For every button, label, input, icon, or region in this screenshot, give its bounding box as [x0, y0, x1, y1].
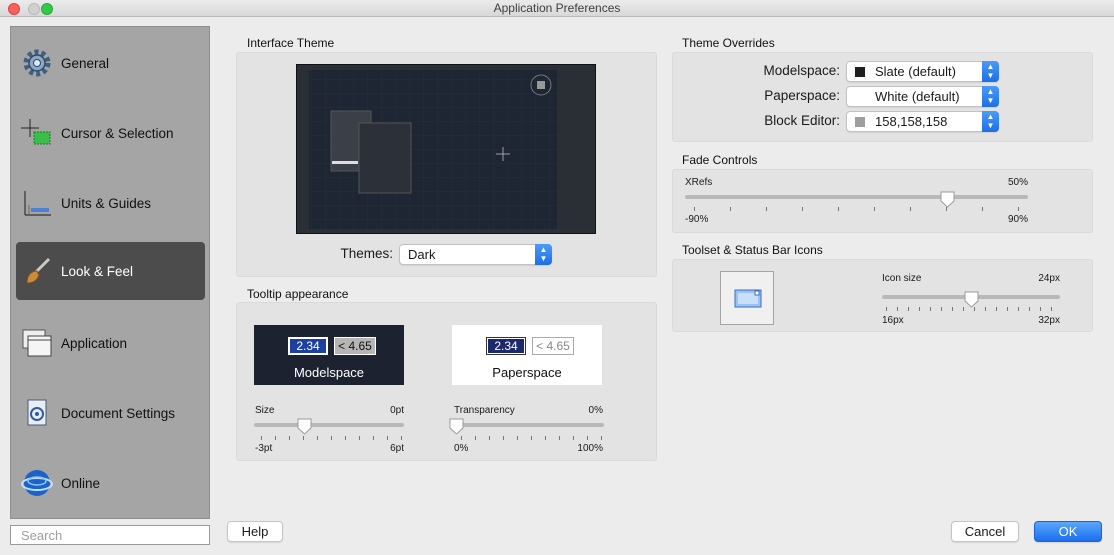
- transparency-min-label: 0%: [454, 443, 469, 454]
- sidebar-item-general[interactable]: General: [11, 34, 211, 92]
- sidebar-item-label: Look & Feel: [61, 263, 134, 279]
- window-icon: [734, 289, 762, 308]
- themes-label: Themes:: [340, 246, 393, 261]
- sidebar-item-label: Units & Guides: [61, 195, 152, 211]
- block-editor-color-value: 158,158,158: [875, 114, 948, 129]
- ok-button[interactable]: OK: [1034, 521, 1102, 542]
- search-input[interactable]: [10, 525, 210, 545]
- size-slider-ticks: [254, 436, 404, 441]
- paperspace-label: Paperspace: [492, 365, 562, 380]
- color-swatch: [855, 117, 865, 127]
- xrefs-slider-ticks: [685, 207, 1028, 212]
- icon-size-min-label: 16px: [882, 315, 904, 326]
- sidebar-item-label: Application: [61, 335, 128, 351]
- transparency-value: 0%: [588, 405, 603, 416]
- ruler-icon: [21, 187, 53, 219]
- sidebar-item-label: Cursor & Selection: [61, 125, 174, 141]
- window-title: Application Preferences: [493, 1, 621, 15]
- paperspace-color-select[interactable]: White (default) ▲ ▼: [846, 86, 999, 107]
- chevron-updown-icon: ▲ ▼: [982, 111, 999, 132]
- block-editor-color-select[interactable]: 158,158,158 ▲ ▼: [846, 111, 999, 132]
- themes-select-value: Dark: [408, 247, 436, 262]
- size-value: 0pt: [390, 405, 404, 416]
- tooltip-value-2: < 4.65: [532, 337, 574, 355]
- paperspace-color-value: White (default): [875, 89, 960, 104]
- size-max-label: 6pt: [390, 443, 404, 454]
- transparency-label: Transparency: [454, 405, 515, 416]
- fade-controls-panel: [672, 169, 1093, 233]
- size-slider-track[interactable]: [254, 423, 404, 427]
- sidebar: General Cursor & Selection Units & Guide…: [10, 26, 210, 519]
- gear-icon: [21, 47, 53, 79]
- icon-size-preview: [720, 271, 774, 325]
- cancel-button[interactable]: Cancel: [951, 521, 1019, 542]
- xrefs-label: XRefs: [685, 177, 713, 188]
- paperspace-tooltip-preview[interactable]: 2.34 < 4.65 Paperspace: [452, 325, 602, 385]
- sidebar-item-application[interactable]: Application: [11, 314, 211, 372]
- modelspace-label: Modelspace: [293, 365, 365, 380]
- sidebar-item-label: Online: [61, 475, 101, 491]
- theme-overrides-title: Theme Overrides: [682, 36, 775, 50]
- color-swatch: [855, 92, 865, 102]
- color-swatch: [855, 67, 865, 77]
- chevron-updown-icon: ▲ ▼: [535, 244, 552, 265]
- document-icon: [21, 397, 53, 429]
- paperspace-override-label: Paperspace:: [764, 88, 840, 103]
- sidebar-item-label: General: [61, 55, 110, 71]
- size-slider-thumb[interactable]: [297, 418, 312, 435]
- block-editor-override-label: Block Editor:: [764, 113, 840, 128]
- icon-size-slider-thumb[interactable]: [964, 291, 979, 308]
- modelspace-override-label: Modelspace:: [763, 63, 840, 78]
- tooltip-title: Tooltip appearance: [247, 287, 349, 301]
- chevron-updown-icon: ▲ ▼: [982, 86, 999, 107]
- icon-size-value: 24px: [1038, 273, 1060, 284]
- zoom-window-button[interactable]: [41, 3, 53, 15]
- icon-size-label: Icon size: [882, 273, 922, 284]
- tooltip-value-1: 2.34: [290, 339, 326, 353]
- sidebar-item-document-settings[interactable]: Document Settings: [11, 384, 211, 442]
- sidebar-item-units-guides[interactable]: Units & Guides: [11, 174, 211, 232]
- xrefs-slider-thumb[interactable]: [940, 191, 955, 208]
- fade-controls-title: Fade Controls: [682, 153, 758, 167]
- size-label: Size: [255, 405, 275, 416]
- globe-icon: [21, 467, 53, 499]
- minimize-window-button[interactable]: [28, 3, 40, 15]
- tooltip-value-1: 2.34: [488, 339, 524, 353]
- chevron-updown-icon: ▲ ▼: [982, 61, 999, 82]
- sidebar-item-cursor-selection[interactable]: Cursor & Selection: [11, 104, 211, 162]
- title-bar: Application Preferences: [0, 0, 1114, 17]
- interface-theme-title: Interface Theme: [247, 36, 335, 50]
- transparency-slider-thumb[interactable]: [449, 418, 464, 435]
- windows-icon: [21, 327, 53, 359]
- size-min-label: -3pt: [255, 443, 273, 454]
- brush-icon: [21, 255, 53, 287]
- xrefs-value: 50%: [1007, 177, 1028, 188]
- modelspace-color-value: Slate (default): [875, 64, 956, 79]
- transparency-slider-ticks: [454, 436, 604, 441]
- xrefs-slider-track[interactable]: [685, 195, 1028, 199]
- help-button[interactable]: Help: [227, 521, 283, 542]
- transparency-max-label: 100%: [577, 443, 603, 454]
- crosshair-icon: [21, 117, 53, 149]
- xrefs-min-label: -90%: [685, 214, 709, 225]
- sidebar-item-look-feel[interactable]: Look & Feel: [16, 242, 205, 300]
- transparency-slider-track[interactable]: [454, 423, 604, 427]
- xrefs-max-label: 90%: [1007, 214, 1028, 225]
- modelspace-tooltip-preview[interactable]: 2.34 < 4.65 Modelspace: [254, 325, 404, 385]
- theme-preview-image: [296, 64, 596, 234]
- icon-size-max-label: 32px: [1038, 315, 1060, 326]
- sidebar-item-online[interactable]: Online: [11, 454, 211, 512]
- close-window-button[interactable]: [8, 3, 20, 15]
- toolset-icons-title: Toolset & Status Bar Icons: [682, 243, 823, 257]
- themes-select[interactable]: Dark ▲ ▼: [399, 244, 552, 265]
- tooltip-value-2: < 4.65: [334, 337, 376, 355]
- modelspace-color-select[interactable]: Slate (default) ▲ ▼: [846, 61, 999, 82]
- sidebar-item-label: Document Settings: [61, 405, 176, 421]
